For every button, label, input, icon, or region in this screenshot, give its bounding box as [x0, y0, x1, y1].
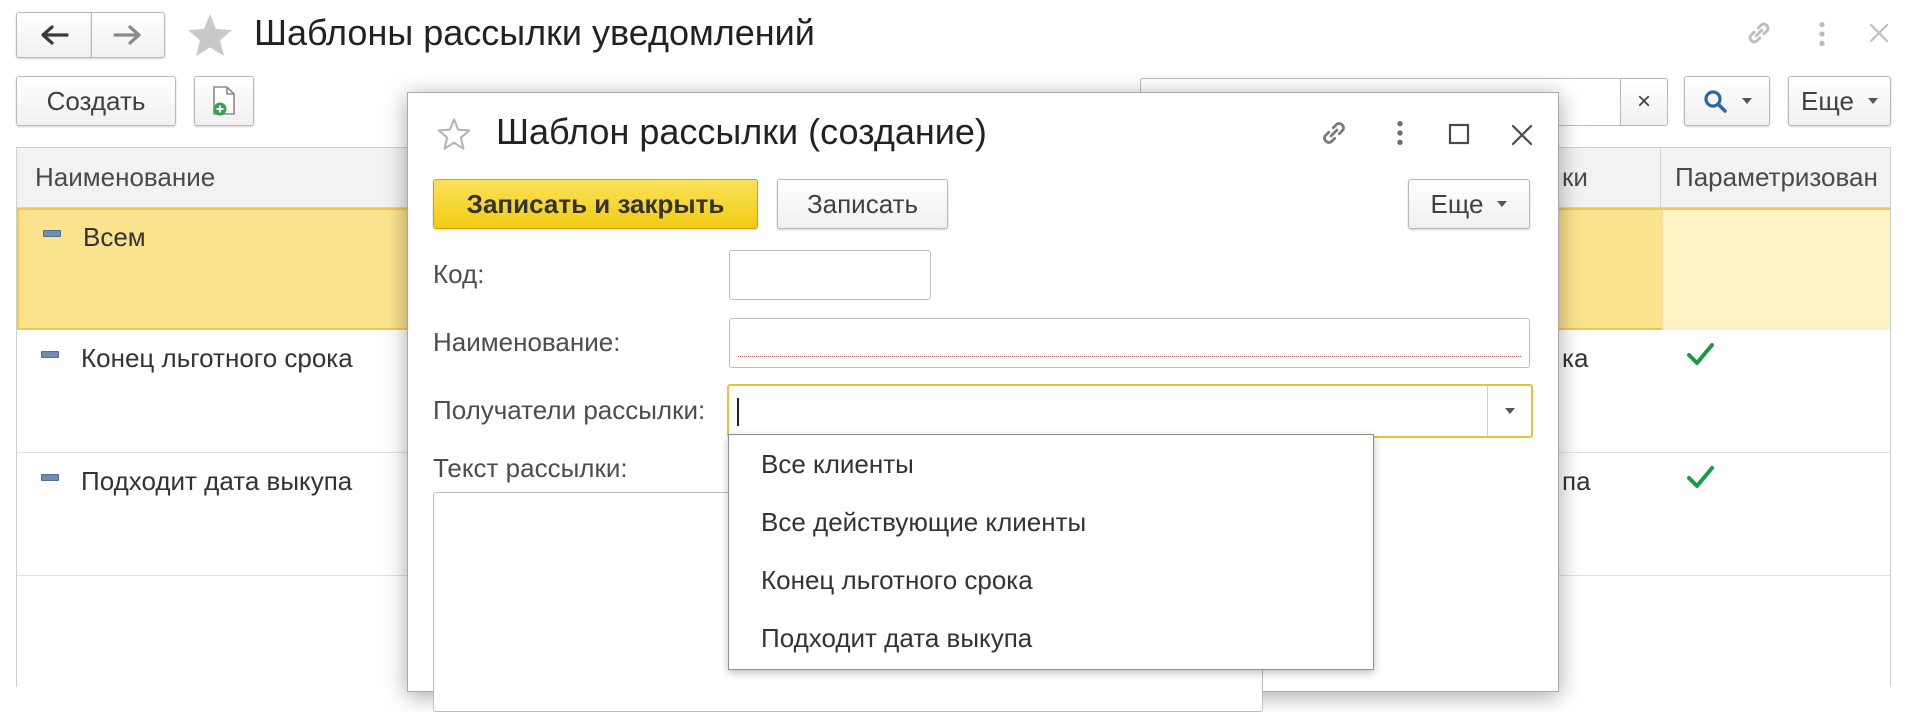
name-label: Наименование: [433, 327, 621, 357]
arrow-left-icon [41, 25, 69, 45]
column-name[interactable]: Наименование [35, 162, 215, 193]
row-name: Конец льготного срока [81, 343, 353, 373]
chevron-down-icon [1867, 98, 1878, 104]
chevron-down-icon [1742, 98, 1752, 104]
link-icon[interactable] [1742, 16, 1776, 50]
code-field[interactable] [729, 250, 931, 300]
dialog-title: Шаблон рассылки (создание) [496, 111, 987, 152]
search-button[interactable] [1684, 76, 1770, 126]
item-icon [41, 474, 59, 481]
more-button[interactable]: Еще [1788, 76, 1891, 126]
row-name: Подходит дата выкупа [81, 466, 353, 496]
check-icon [1687, 466, 1714, 488]
close-icon[interactable] [1510, 123, 1534, 147]
row-type: па [1562, 466, 1591, 496]
more-vertical-icon[interactable] [1392, 117, 1408, 149]
back-button[interactable] [16, 12, 92, 58]
dropdown-option[interactable]: Конец льготного срока [761, 565, 1033, 596]
recipients-dropdown-button[interactable] [1487, 386, 1531, 436]
column-type[interactable]: ки [1562, 162, 1588, 193]
item-icon [43, 230, 61, 237]
recipients-label: Получатели рассылки: [433, 395, 706, 425]
link-icon[interactable] [1316, 115, 1352, 151]
forward-button[interactable] [91, 12, 165, 58]
create-copy-button[interactable] [194, 76, 254, 126]
create-button[interactable]: Создать [16, 76, 176, 126]
column-parametrized[interactable]: Параметризован [1675, 162, 1878, 193]
chevron-down-icon [1504, 408, 1515, 414]
row-type: ка [1562, 343, 1589, 373]
row-name: Всем [83, 222, 146, 252]
chevron-down-icon [1497, 201, 1508, 207]
check-icon [1687, 343, 1714, 365]
recipients-field[interactable] [727, 384, 1533, 438]
search-icon [1704, 90, 1727, 113]
maximize-icon[interactable] [1448, 123, 1470, 145]
text-cursor [737, 398, 739, 426]
close-icon[interactable] [1868, 22, 1890, 44]
item-icon [41, 351, 59, 358]
favorite-star-icon[interactable] [436, 117, 472, 151]
more-button-label: Еще [1801, 85, 1854, 116]
dropdown-option[interactable]: Все клиенты [761, 449, 914, 480]
required-underline [738, 356, 1521, 357]
name-field[interactable] [729, 318, 1530, 368]
add-document-icon [213, 86, 235, 116]
text-label: Текст рассылки: [433, 453, 628, 483]
recipients-dropdown-list: Все клиенты Все действующие клиенты Коне… [728, 434, 1374, 670]
search-clear-button[interactable]: × [1620, 78, 1668, 126]
dropdown-option[interactable]: Подходит дата выкупа [761, 623, 1032, 654]
more-vertical-icon[interactable] [1812, 18, 1832, 50]
favorite-star-icon[interactable] [186, 12, 234, 58]
dropdown-option[interactable]: Все действующие клиенты [761, 507, 1086, 538]
dialog-more-button[interactable]: Еще [1408, 179, 1530, 229]
save-button[interactable]: Записать [777, 179, 948, 229]
save-and-close-button[interactable]: Записать и закрыть [433, 179, 758, 229]
arrow-right-icon [113, 25, 141, 45]
dialog-more-label: Еще [1430, 188, 1484, 219]
clear-icon: × [1636, 88, 1651, 115]
page-title: Шаблоны рассылки уведомлений [254, 12, 815, 53]
code-label: Код: [433, 259, 485, 289]
